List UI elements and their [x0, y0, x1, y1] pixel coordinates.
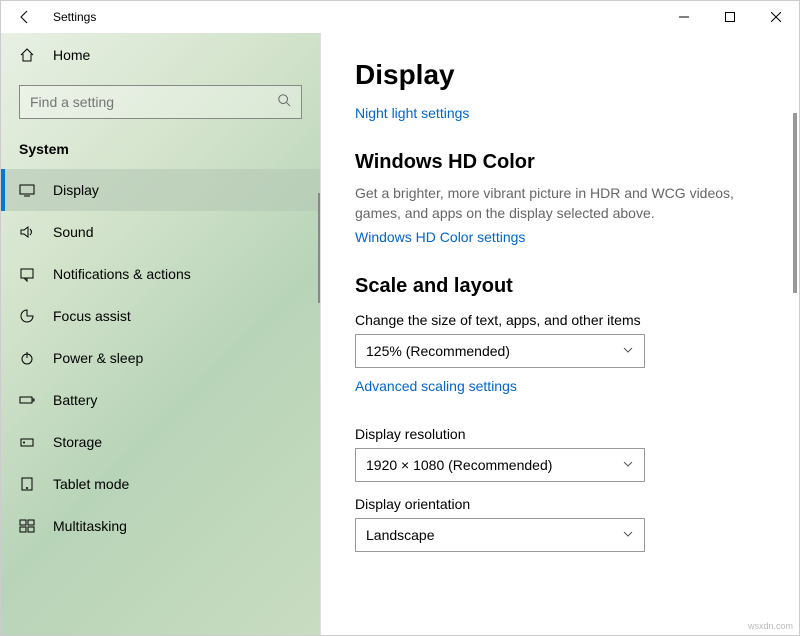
multitasking-icon [19, 518, 35, 534]
close-button[interactable] [753, 1, 799, 33]
power-icon [19, 350, 35, 366]
nav-label: Battery [53, 392, 97, 408]
nav-label: Display [53, 182, 99, 198]
storage-icon [19, 434, 35, 450]
nav-list: Display Sound Notifications & actions Fo… [1, 169, 320, 547]
nav-label: Multitasking [53, 518, 127, 534]
notifications-icon [19, 266, 35, 282]
hd-color-desc: Get a brighter, more vibrant picture in … [355, 184, 765, 223]
focus-icon [19, 308, 35, 324]
nav-label: Sound [53, 224, 93, 240]
sidebar: Home System Display Sound Notifications … [1, 33, 321, 635]
resolution-label: Display resolution [355, 426, 765, 442]
orientation-dropdown[interactable]: Landscape [355, 518, 645, 552]
dropdown-value: 1920 × 1080 (Recommended) [366, 457, 552, 473]
page-title: Display [355, 59, 765, 91]
orientation-label: Display orientation [355, 496, 765, 512]
text-size-dropdown[interactable]: 125% (Recommended) [355, 334, 645, 368]
sidebar-item-display[interactable]: Display [1, 169, 320, 211]
sidebar-item-storage[interactable]: Storage [1, 421, 320, 463]
nav-label: Tablet mode [53, 476, 129, 492]
chevron-down-icon [622, 527, 634, 543]
battery-icon [19, 392, 35, 408]
sidebar-scrollbar[interactable] [318, 193, 320, 303]
search-icon [277, 93, 291, 112]
hd-color-title: Windows HD Color [355, 151, 765, 174]
tablet-icon [19, 476, 35, 492]
home-icon [19, 47, 35, 63]
chevron-down-icon [622, 343, 634, 359]
sidebar-item-notifications[interactable]: Notifications & actions [1, 253, 320, 295]
resolution-dropdown[interactable]: 1920 × 1080 (Recommended) [355, 448, 645, 482]
nav-label: Focus assist [53, 308, 131, 324]
sidebar-item-focus[interactable]: Focus assist [1, 295, 320, 337]
search-box[interactable] [19, 85, 302, 119]
sidebar-home[interactable]: Home [1, 37, 320, 73]
title-bar: Settings [1, 1, 799, 33]
sidebar-item-sound[interactable]: Sound [1, 211, 320, 253]
sidebar-category: System [1, 137, 320, 169]
back-button[interactable] [15, 7, 35, 27]
dropdown-value: 125% (Recommended) [366, 343, 510, 359]
sidebar-item-multitasking[interactable]: Multitasking [1, 505, 320, 547]
hd-color-link[interactable]: Windows HD Color settings [355, 229, 525, 245]
dropdown-value: Landscape [366, 527, 435, 543]
search-input[interactable] [30, 94, 277, 110]
scale-title: Scale and layout [355, 275, 765, 298]
app-title: Settings [53, 10, 96, 24]
sidebar-item-tablet[interactable]: Tablet mode [1, 463, 320, 505]
sound-icon [19, 224, 35, 240]
chevron-down-icon [622, 457, 634, 473]
window-controls [661, 1, 799, 33]
sidebar-item-power[interactable]: Power & sleep [1, 337, 320, 379]
night-light-link[interactable]: Night light settings [355, 105, 469, 121]
text-size-label: Change the size of text, apps, and other… [355, 312, 765, 328]
advanced-scaling-link[interactable]: Advanced scaling settings [355, 378, 517, 394]
main-scrollbar[interactable] [793, 113, 797, 293]
home-label: Home [53, 47, 90, 63]
watermark: wsxdn.com [748, 621, 793, 631]
nav-label: Storage [53, 434, 102, 450]
main-panel: Display Night light settings Windows HD … [321, 33, 799, 635]
nav-label: Power & sleep [53, 350, 143, 366]
nav-label: Notifications & actions [53, 266, 191, 282]
maximize-button[interactable] [707, 1, 753, 33]
sidebar-item-battery[interactable]: Battery [1, 379, 320, 421]
minimize-button[interactable] [661, 1, 707, 33]
display-icon [19, 182, 35, 198]
